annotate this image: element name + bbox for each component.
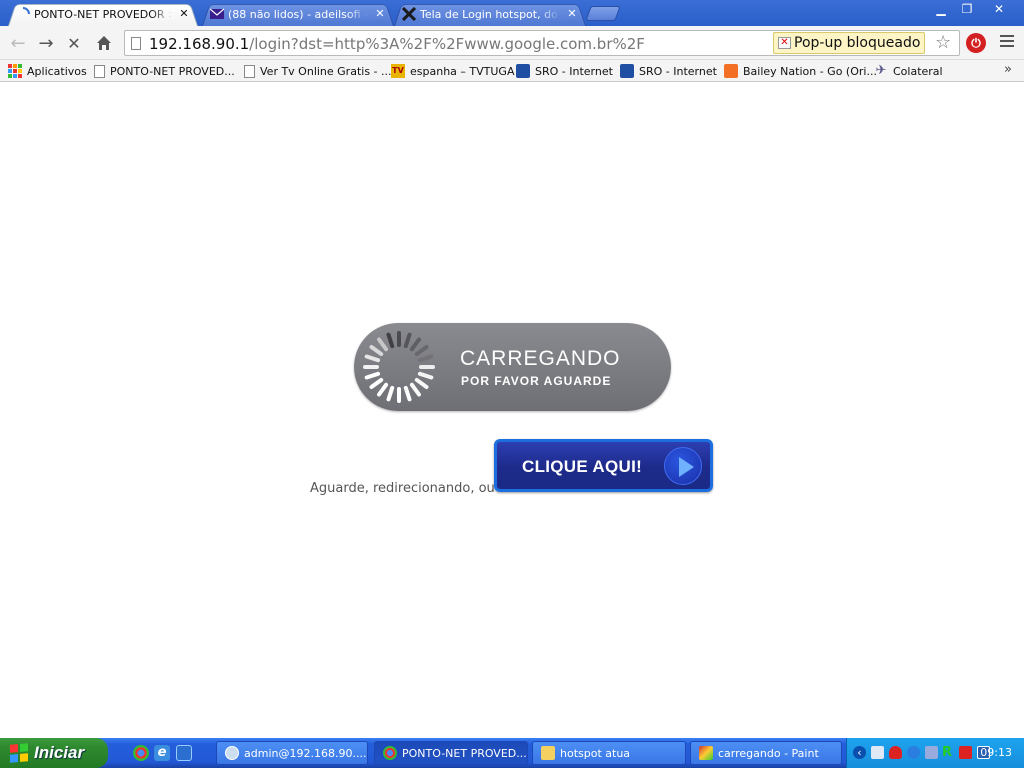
bookmark-label: Ver Tv Online Gratis - ...	[260, 64, 392, 78]
tab-close-icon[interactable]: ✕	[178, 7, 190, 21]
tab-close-icon[interactable]: ✕	[566, 7, 578, 21]
bookmark-label: PONTO-NET PROVED...	[110, 64, 235, 78]
start-label: Iniciar	[34, 743, 85, 762]
taskbar-item-winbox[interactable]: admin@192.168.90....	[216, 741, 368, 765]
bookmark-item[interactable]: SRO - Internet	[516, 63, 613, 79]
extension-power-icon[interactable]: ⏻	[966, 33, 986, 53]
internet-explorer-icon[interactable]: e	[154, 745, 170, 761]
taskbar-item-label: hotspot atua	[560, 746, 631, 760]
spinner-icon	[363, 331, 435, 403]
r-app-icon[interactable]: R	[942, 746, 955, 759]
taskbar-item-label: carregando - Paint	[718, 746, 819, 760]
winbox-icon	[225, 746, 239, 760]
new-tab-button[interactable]	[585, 6, 621, 21]
bookmark-label: Aplicativos	[27, 64, 87, 78]
network-tray-icon[interactable]	[925, 746, 938, 759]
loading-spinner-icon	[22, 7, 30, 15]
taskbar-item-label: admin@192.168.90....	[244, 746, 367, 760]
antivirus-icon[interactable]	[959, 746, 972, 759]
bookmark-label: SRO - Internet	[639, 64, 717, 78]
network-icon[interactable]	[176, 745, 192, 761]
tab-title: (88 não lidos) - adeilsofi - Yal	[228, 7, 368, 21]
sro-icon	[620, 64, 634, 78]
popup-blocked-icon: ✕	[778, 37, 791, 49]
bookmark-item[interactable]: TV espanha – TVTUGA	[391, 63, 514, 79]
bookmark-star-icon[interactable]: ☆	[935, 32, 951, 53]
tray-expand-icon[interactable]: ‹	[853, 746, 866, 759]
bookmarks-overflow-button[interactable]: »	[1004, 62, 1012, 77]
bookmark-item[interactable]: Ver Tv Online Gratis - ...	[244, 63, 392, 79]
bookmark-item[interactable]: Aplicativos	[8, 63, 87, 79]
page-content: CARREGANDO POR FAVOR AGUARDE Aguarde, re…	[0, 83, 1024, 735]
browser-toolbar: ← → ✕ 192.168.90.1/login?dst=http%3A%2F%…	[0, 26, 1024, 60]
taskbar-item-chrome[interactable]: PONTO-NET PROVED...	[374, 741, 528, 765]
page-icon	[131, 37, 141, 50]
bookmark-label: espanha – TVTUGA	[410, 64, 515, 78]
menu-icon[interactable]	[1000, 35, 1014, 50]
windows-logo-icon	[10, 743, 28, 763]
soundcloud-icon	[724, 64, 738, 78]
tab-title: Tela de Login hotspot, do me	[420, 7, 560, 21]
loading-title: CARREGANDO	[460, 347, 621, 370]
taskbar-item-label: PONTO-NET PROVED...	[402, 746, 527, 760]
bookmarks-bar: Aplicativos PONTO-NET PROVED... Ver Tv O…	[0, 60, 1024, 82]
folder-icon	[541, 746, 555, 760]
bookmark-label: Colateral	[893, 64, 943, 78]
tab-ponto-net[interactable]: PONTO-NET PROVEDOR > C ✕	[8, 2, 198, 26]
bookmark-label: SRO - Internet	[535, 64, 613, 78]
apps-icon	[8, 64, 22, 78]
system-tray: ‹ R 09:13	[846, 738, 1024, 768]
click-here-button[interactable]: CLIQUE AQUI!	[494, 439, 713, 492]
tab-strip: PONTO-NET PROVEDOR > C ✕ (88 não lidos) …	[0, 0, 1024, 26]
tab-close-icon[interactable]: ✕	[374, 7, 386, 21]
network-tray-icon[interactable]	[871, 746, 884, 759]
paint-icon	[699, 746, 713, 760]
chrome-icon[interactable]	[133, 745, 149, 761]
forward-icon[interactable]: →	[34, 32, 58, 54]
address-bar[interactable]: 192.168.90.1/login?dst=http%3A%2F%2Fwww.…	[124, 30, 960, 56]
page-icon	[94, 64, 105, 78]
popup-blocked-label: Pop-up bloqueado	[794, 35, 921, 51]
windows-taskbar: Iniciar e admin@192.168.90.... PONTO-NET…	[0, 738, 1024, 768]
bookmark-item[interactable]: PONTO-NET PROVED...	[94, 63, 235, 79]
bookmark-item[interactable]: SRO - Internet	[620, 63, 717, 79]
redirect-message: Aguarde, redirecionando, ou	[310, 481, 495, 496]
bookmark-item[interactable]: ✈ Colateral	[874, 63, 943, 79]
minimize-icon[interactable]: ▁	[928, 0, 954, 18]
home-icon[interactable]	[92, 32, 116, 54]
tab-title: PONTO-NET PROVEDOR > C	[34, 7, 172, 21]
messenger-icon[interactable]	[907, 746, 920, 759]
loading-subtitle: POR FAVOR AGUARDE	[461, 374, 612, 388]
bookmark-label: Bailey Nation - Go (Ori...	[743, 64, 877, 78]
chrome-icon	[383, 746, 397, 760]
x-logo-icon	[402, 7, 416, 21]
tab-mail[interactable]: (88 não lidos) - adeilsofi - Yal ✕	[202, 2, 394, 26]
popup-blocked-badge[interactable]: ✕ Pop-up bloqueado	[773, 32, 926, 54]
tab-hotspot[interactable]: Tela de Login hotspot, do me ✕	[394, 2, 586, 26]
stop-icon[interactable]: ✕	[62, 32, 86, 54]
satellite-icon: ✈	[875, 63, 887, 78]
taskbar-clock: 09:13	[980, 746, 1012, 759]
shield-icon[interactable]	[889, 746, 902, 759]
sro-icon	[516, 64, 530, 78]
back-icon[interactable]: ←	[6, 32, 30, 54]
tv-icon: TV	[391, 64, 405, 78]
bookmark-item[interactable]: Bailey Nation - Go (Ori...	[724, 63, 877, 79]
url-text: 192.168.90.1/login?dst=http%3A%2F%2Fwww.…	[149, 35, 645, 53]
close-icon[interactable]: ✕	[984, 0, 1014, 18]
start-button[interactable]: Iniciar	[0, 738, 108, 768]
taskbar-item-folder[interactable]: hotspot atua	[532, 741, 686, 765]
click-here-label: CLIQUE AQUI!	[522, 457, 643, 476]
play-arrow-icon	[664, 447, 702, 485]
taskbar-item-paint[interactable]: carregando - Paint	[690, 741, 842, 765]
loading-banner: CARREGANDO POR FAVOR AGUARDE	[354, 323, 671, 411]
mail-icon	[210, 8, 224, 19]
restore-icon[interactable]: ❐	[954, 0, 980, 18]
page-icon	[244, 64, 255, 78]
